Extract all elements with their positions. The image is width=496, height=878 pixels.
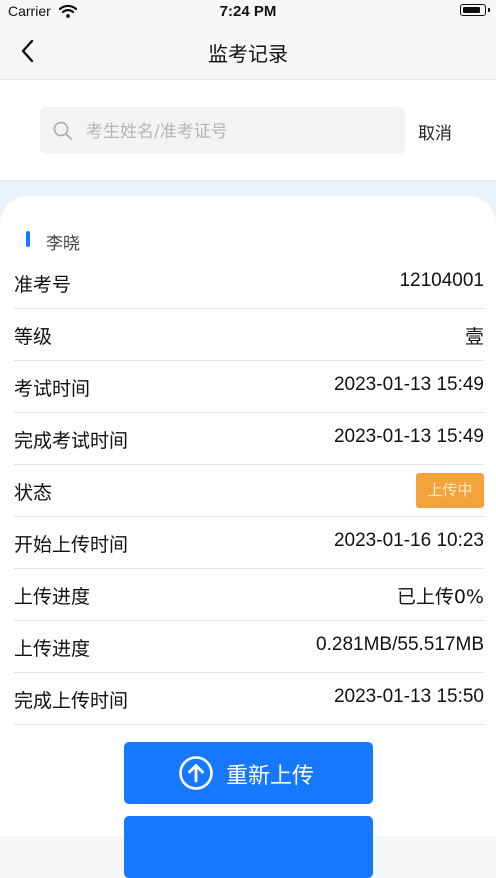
row-label: 状态 [14, 482, 53, 504]
row-value: 2023-01-13 15:49 [333, 374, 484, 395]
search-input[interactable] [84, 107, 398, 156]
status-bar: Carrier 7:24 PM [0, 0, 496, 24]
row-status: 状态 上传中 [14, 465, 484, 517]
row-value: 2023-01-13 15:50 [333, 686, 484, 707]
search-box[interactable] [40, 107, 405, 156]
secondary-action-button[interactable] [124, 816, 373, 878]
row-upload-finish-time: 完成上传时间 2023-01-13 15:50 [14, 673, 484, 725]
row-upload-start-time: 开始上传时间 2023-01-16 10:23 [14, 517, 484, 569]
search-area: 取消 [0, 80, 496, 181]
battery-icon [460, 4, 490, 16]
student-name: 李晓 [46, 234, 80, 254]
upload-icon [178, 755, 214, 795]
row-level: 等级 壹 [14, 309, 484, 361]
nav-bar: 监考记录 [0, 24, 496, 80]
detail-list: 准考号 12104001 等级 壹 考试时间 2023-01-13 15:49 … [14, 257, 484, 725]
row-value: 2023-01-13 15:49 [333, 426, 484, 447]
row-exam-time: 考试时间 2023-01-13 15:49 [14, 361, 484, 413]
row-upload-progress-percent: 上传进度 已上传0% [14, 569, 484, 621]
row-label: 准考号 [14, 274, 72, 296]
row-ticket-number: 准考号 12104001 [14, 257, 484, 309]
row-label: 开始上传时间 [14, 534, 129, 556]
row-value: 已上传0% [396, 586, 484, 608]
row-label: 等级 [14, 326, 53, 348]
status-badge: 上传中 [416, 473, 484, 508]
clock: 7:24 PM [219, 3, 277, 20]
row-label: 完成考试时间 [14, 430, 129, 452]
row-label: 考试时间 [14, 378, 91, 400]
row-label: 上传进度 [14, 586, 91, 608]
row-value: 12104001 [399, 270, 484, 291]
cancel-button[interactable]: 取消 [418, 119, 452, 144]
row-value: 2023-01-16 10:23 [333, 530, 484, 551]
page-title: 监考记录 [208, 42, 288, 66]
record-card: 李晓 准考号 12104001 等级 壹 考试时间 2023-01-13 15:… [0, 196, 496, 878]
accent-bar [26, 231, 30, 247]
reupload-button-label: 重新上传 [226, 764, 315, 789]
row-label: 完成上传时间 [14, 690, 129, 712]
search-icon [52, 120, 74, 146]
row-upload-progress-size: 上传进度 0.281MB/55.517MB [14, 621, 484, 673]
row-value: 0.281MB/55.517MB [316, 634, 484, 655]
row-exam-finish-time: 完成考试时间 2023-01-13 15:49 [14, 413, 484, 465]
row-value: 壹 [464, 326, 484, 348]
row-label: 上传进度 [14, 638, 91, 660]
reupload-button[interactable]: 重新上传 [124, 742, 373, 804]
